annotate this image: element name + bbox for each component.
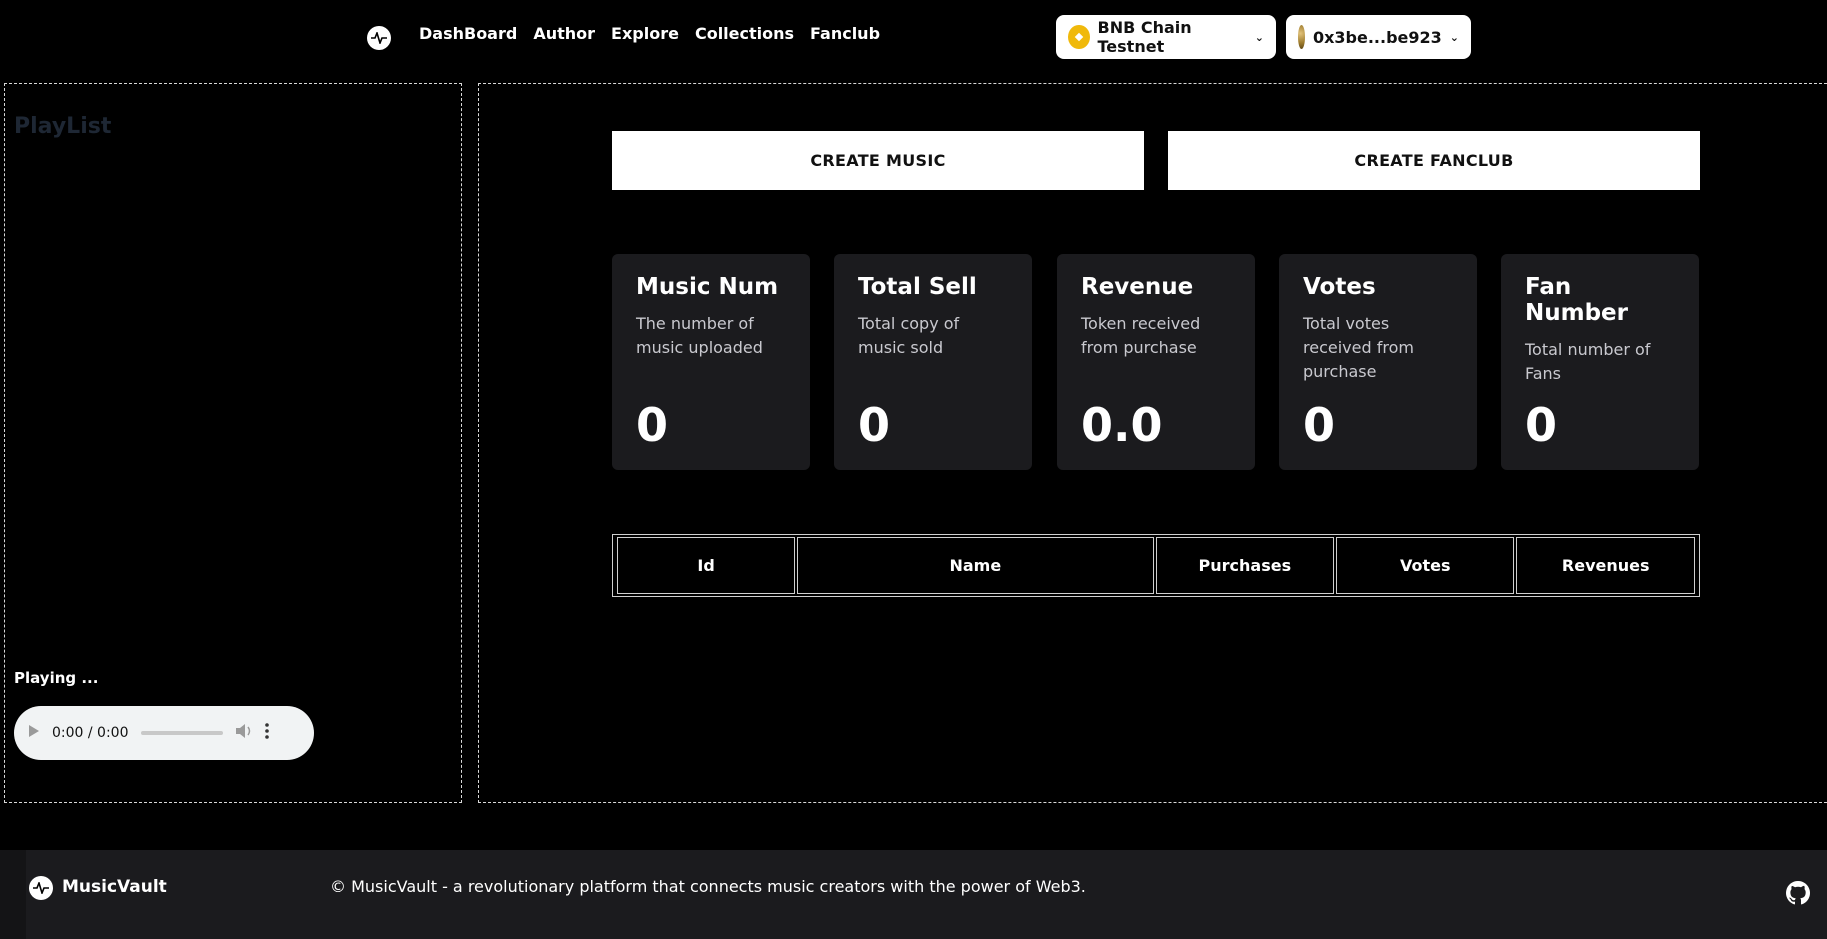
stat-card-music-num: Music Num The number of music uploaded 0 (612, 254, 810, 470)
account-button[interactable]: 0x3be...be923 ⌄ (1286, 15, 1471, 59)
stat-value: 0 (636, 398, 669, 452)
playlist-panel: PlayList Playing ... 0:00 / 0:00 (4, 83, 462, 803)
play-icon[interactable] (28, 724, 40, 742)
nav-link-collections[interactable]: Collections (695, 24, 794, 43)
pulse-logo-icon[interactable] (367, 26, 391, 50)
chevron-down-icon: ⌄ (1449, 30, 1459, 44)
stat-title: Fan Number (1525, 274, 1628, 326)
pulse-logo-icon (29, 876, 53, 900)
nav-link-author[interactable]: Author (533, 24, 595, 43)
stat-title: Music Num (636, 274, 779, 300)
playing-label: Playing ... (14, 669, 99, 687)
stat-value: 0 (1525, 398, 1558, 452)
volume-icon[interactable] (235, 723, 253, 743)
footer-copyright: © MusicVault - a revolutionary platform … (330, 877, 1086, 896)
account-label: 0x3be...be923 (1312, 27, 1442, 47)
nav-links: DashBoard Author Explore Collections Fan… (419, 24, 880, 43)
column-header-id: Id (617, 537, 796, 594)
column-header-revenues: Revenues (1516, 537, 1695, 594)
nav-link-dashboard[interactable]: DashBoard (419, 24, 517, 43)
stat-value: 0 (858, 398, 891, 452)
stat-desc: Total number of Fans (1525, 340, 1651, 383)
footer: MusicVault © MusicVault - a revolutionar… (0, 850, 1827, 939)
chain-label: BNB Chain Testnet (1097, 18, 1192, 56)
stat-desc: Total copy of music sold (858, 314, 960, 357)
audio-player[interactable]: 0:00 / 0:00 (14, 706, 314, 760)
table-header-row: Id Name Purchases Votes Revenues (617, 537, 1695, 594)
avatar (1298, 25, 1305, 49)
stat-title: Revenue (1081, 274, 1194, 300)
stat-desc: Token received from purchase (1081, 314, 1201, 357)
stat-title: Votes (1303, 274, 1376, 300)
column-header-name: Name (797, 537, 1154, 594)
github-icon[interactable] (1786, 881, 1810, 905)
create-fanclub-button[interactable]: CREATE FANCLUB (1168, 131, 1700, 190)
player-time: 0:00 / 0:00 (52, 725, 129, 741)
nav-link-explore[interactable]: Explore (611, 24, 679, 43)
top-navbar: DashBoard Author Explore Collections Fan… (0, 0, 1827, 74)
music-table: Id Name Purchases Votes Revenues (612, 534, 1700, 597)
playlist-title: PlayList (14, 114, 112, 139)
stat-desc: Total votes received from purchase (1303, 314, 1414, 381)
stat-card-votes: Votes Total votes received from purchase… (1279, 254, 1477, 470)
more-vertical-icon[interactable] (264, 723, 269, 743)
chain-selector-button[interactable]: BNB Chain Testnet ⌄ (1056, 15, 1276, 59)
footer-brand: MusicVault (62, 877, 167, 897)
stat-title: Total Sell (858, 274, 977, 300)
chevron-down-icon: ⌄ (1254, 30, 1264, 44)
stat-card-revenue: Revenue Token received from purchase 0.0 (1057, 254, 1255, 470)
stat-value: 0.0 (1081, 398, 1163, 452)
nav-link-fanclub[interactable]: Fanclub (810, 24, 880, 43)
stat-desc: The number of music uploaded (636, 314, 763, 357)
stat-value: 0 (1303, 398, 1336, 452)
create-music-button[interactable]: CREATE MUSIC (612, 131, 1144, 190)
seek-slider[interactable] (140, 731, 223, 735)
column-header-purchases: Purchases (1155, 537, 1335, 594)
column-header-votes: Votes (1336, 537, 1515, 594)
bnb-coin-icon (1068, 25, 1090, 49)
stat-card-fan-number: Fan Number Total number of Fans 0 (1501, 254, 1699, 470)
stat-card-total-sell: Total Sell Total copy of music sold 0 (834, 254, 1032, 470)
footer-strip (0, 850, 26, 939)
